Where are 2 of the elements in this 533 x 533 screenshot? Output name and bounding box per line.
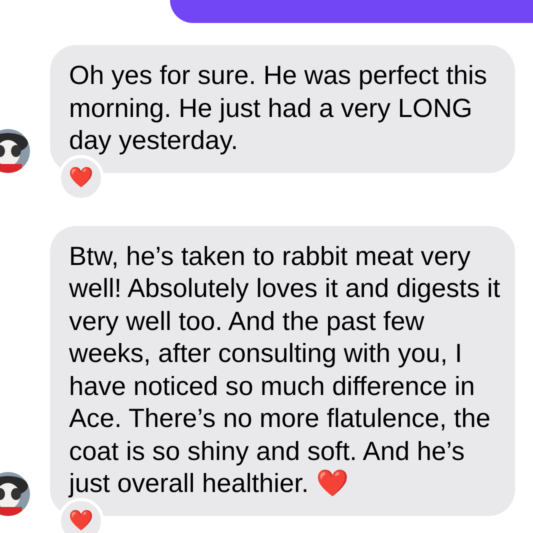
- message-text: Oh yes for sure. He was perfect this morning. He just had a very LONG day yesterday.: [69, 60, 487, 155]
- message-text: Btw, he’s taken to rabbit meat very well! Absolutely loves it and digests it very well too. And the past few weeks, after consulting with you, I have noticed so much difference in Ace. There’s no more flatulence, the coat is so shiny and soft. And he’s just overall healthier. ❤: [69, 240, 500, 498]
